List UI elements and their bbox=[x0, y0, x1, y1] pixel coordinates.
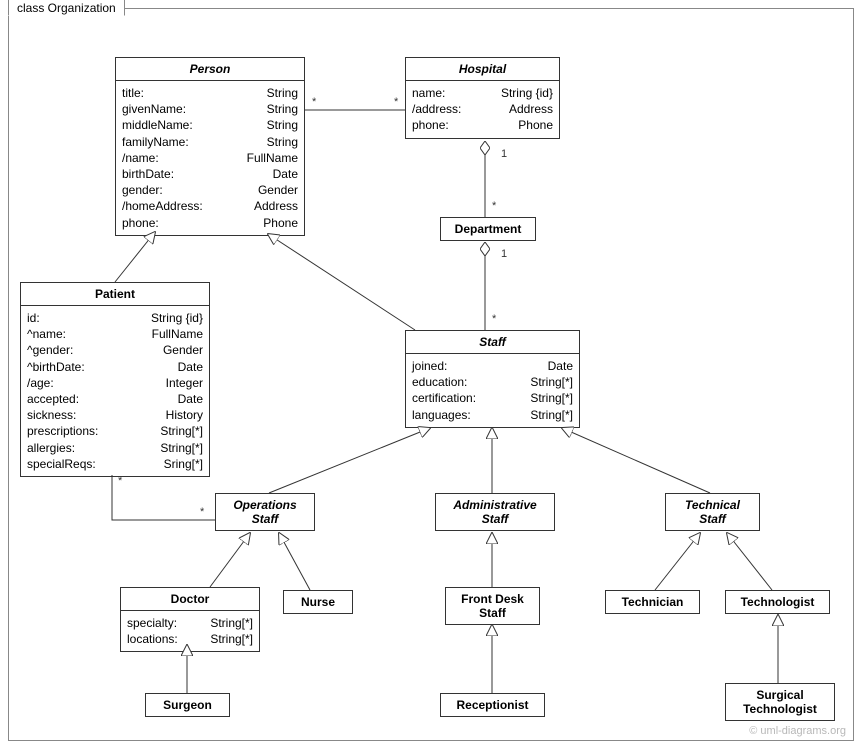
mult-label: * bbox=[394, 96, 398, 108]
class-attrs: id:String {id} ^name:FullName ^gender:Ge… bbox=[21, 306, 209, 476]
mult-label: 1 bbox=[501, 148, 507, 160]
class-attrs: specialty:String[*] locations:String[*] bbox=[121, 611, 259, 651]
class-nurse: Nurse bbox=[283, 590, 353, 614]
class-attrs: name:String {id} /address:Address phone:… bbox=[406, 81, 559, 138]
class-staff: Staff joined:Date education:String[*] ce… bbox=[405, 330, 580, 428]
mult-label: * bbox=[200, 506, 204, 518]
watermark: © uml-diagrams.org bbox=[749, 725, 846, 737]
class-title: OperationsStaff bbox=[216, 494, 314, 530]
class-title: Technician bbox=[606, 591, 699, 613]
frame-label: class Organization bbox=[8, 0, 125, 16]
class-title: Front DeskStaff bbox=[446, 588, 539, 624]
class-title: TechnicalStaff bbox=[666, 494, 759, 530]
class-administrative-staff: AdministrativeStaff bbox=[435, 493, 555, 531]
class-title: Nurse bbox=[284, 591, 352, 613]
mult-label: 1 bbox=[501, 248, 507, 260]
class-operations-staff: OperationsStaff bbox=[215, 493, 315, 531]
class-person: Person title:String givenName:String mid… bbox=[115, 57, 305, 236]
class-technologist: Technologist bbox=[725, 590, 830, 614]
class-attrs: joined:Date education:String[*] certific… bbox=[406, 354, 579, 427]
class-title: Staff bbox=[406, 331, 579, 354]
mult-label: * bbox=[492, 313, 496, 325]
class-surgeon: Surgeon bbox=[145, 693, 230, 717]
class-attrs: title:String givenName:String middleName… bbox=[116, 81, 304, 235]
class-hospital: Hospital name:String {id} /address:Addre… bbox=[405, 57, 560, 139]
class-title: Hospital bbox=[406, 58, 559, 81]
mult-label: * bbox=[492, 200, 496, 212]
class-title: Technologist bbox=[726, 591, 829, 613]
class-title: Patient bbox=[21, 283, 209, 306]
class-title: AdministrativeStaff bbox=[436, 494, 554, 530]
mult-label: * bbox=[118, 475, 122, 487]
class-title: Person bbox=[116, 58, 304, 81]
class-title: Surgeon bbox=[146, 694, 229, 716]
class-title: Doctor bbox=[121, 588, 259, 611]
class-technician: Technician bbox=[605, 590, 700, 614]
class-title: Department bbox=[441, 218, 535, 240]
class-receptionist: Receptionist bbox=[440, 693, 545, 717]
class-front-desk-staff: Front DeskStaff bbox=[445, 587, 540, 625]
class-title: Receptionist bbox=[441, 694, 544, 716]
class-title: SurgicalTechnologist bbox=[726, 684, 834, 720]
class-department: Department bbox=[440, 217, 536, 241]
class-patient: Patient id:String {id} ^name:FullName ^g… bbox=[20, 282, 210, 477]
mult-label: * bbox=[312, 96, 316, 108]
class-surgical-technologist: SurgicalTechnologist bbox=[725, 683, 835, 721]
class-technical-staff: TechnicalStaff bbox=[665, 493, 760, 531]
class-doctor: Doctor specialty:String[*] locations:Str… bbox=[120, 587, 260, 652]
